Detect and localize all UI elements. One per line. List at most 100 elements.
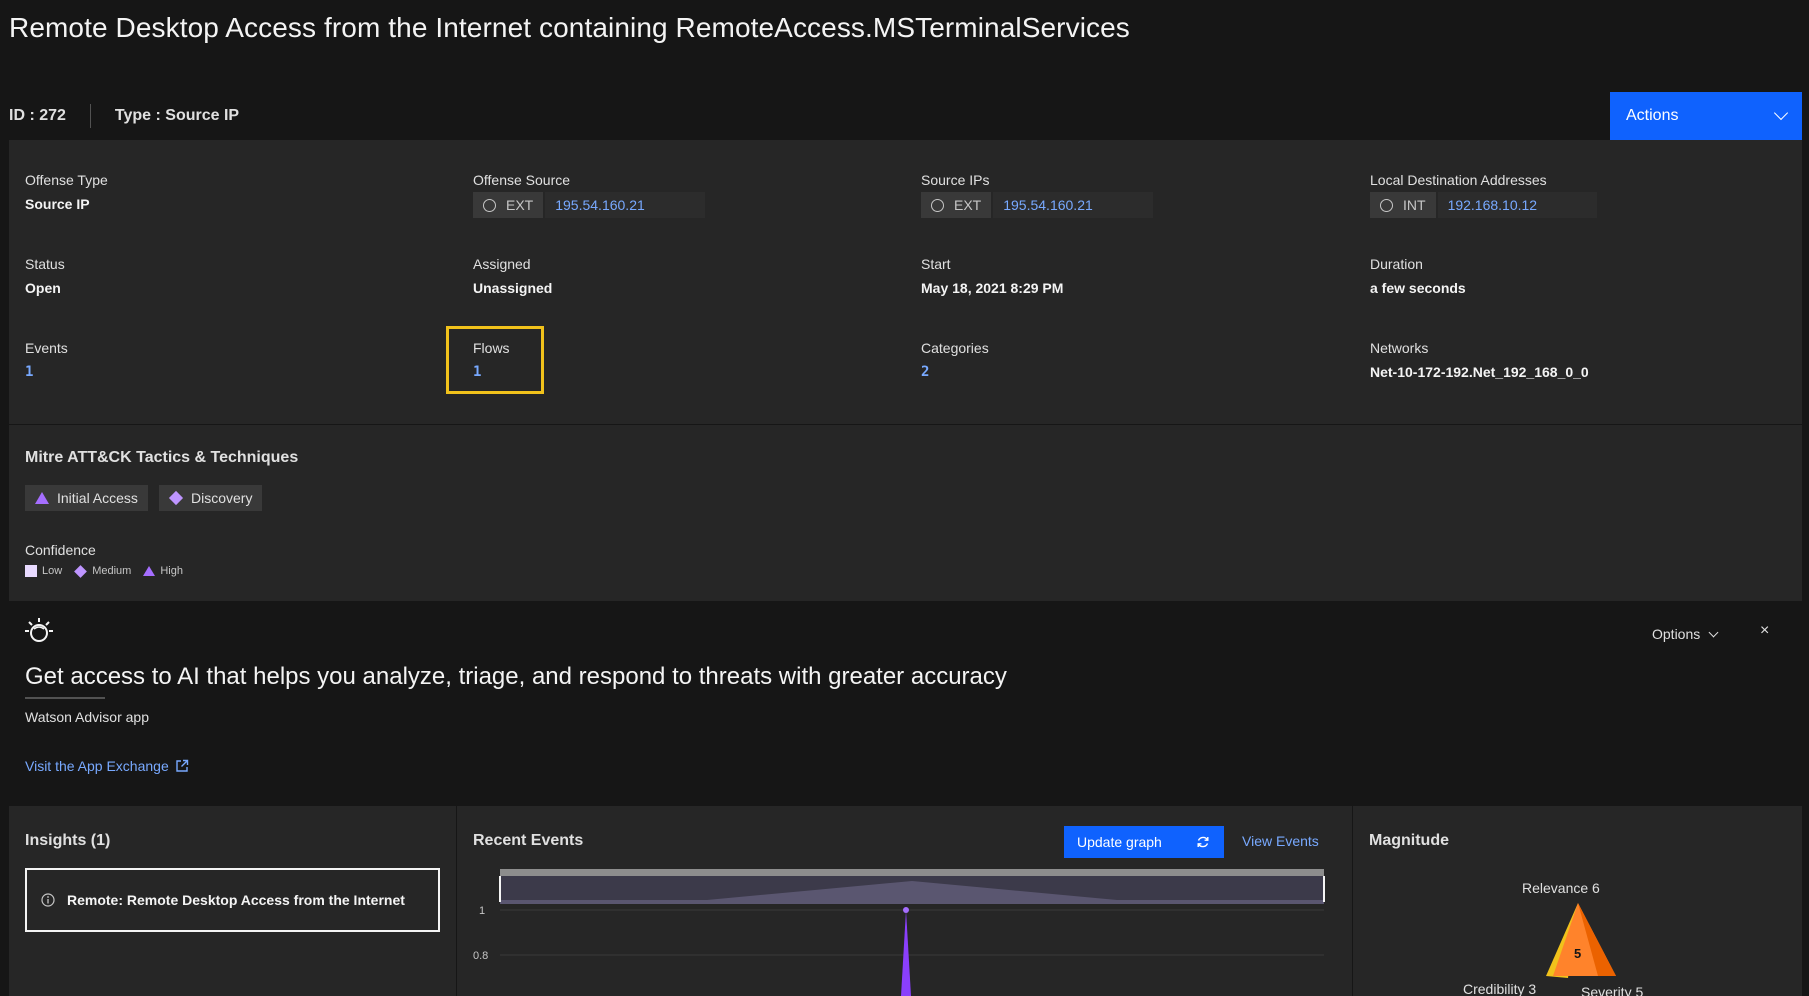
watson-banner: Options × Get access to AI that helps yo… — [9, 601, 1802, 806]
magnitude-heading: Magnitude — [1369, 832, 1449, 849]
tactic-tag-discovery[interactable]: Discovery — [159, 485, 263, 511]
insights-heading: Insights (1) — [25, 832, 111, 849]
categories-field: Categories 2 — [921, 340, 989, 380]
y-tick-label: 1 — [479, 905, 485, 917]
events-chart: 1 0.8 — [473, 869, 1325, 996]
chevron-down-icon — [1773, 105, 1789, 121]
legend-low: Low — [25, 565, 62, 577]
ip-kind-label: EXT — [954, 197, 982, 213]
watson-subtitle: Watson Advisor app — [25, 709, 149, 725]
offense-summary: Offense Type Source IP Offense Source EX… — [9, 140, 1802, 424]
offense-type-field: Offense Type Source IP — [25, 172, 108, 212]
source-ips-field: Source IPs EXT 195.54.160.21 — [921, 172, 1153, 218]
ip-tag[interactable]: EXT 195.54.160.21 — [473, 192, 705, 218]
flows-highlight — [446, 326, 544, 394]
external-link-icon — [176, 759, 188, 772]
assigned-field: Assigned Unassigned — [473, 256, 552, 296]
ip-kind-label: EXT — [506, 197, 534, 213]
magnitude-facet — [1578, 903, 1616, 976]
ip-address[interactable]: 195.54.160.21 — [991, 192, 1153, 218]
ip-tag[interactable]: EXT 195.54.160.21 — [921, 192, 1153, 218]
visit-label: Visit the App Exchange — [25, 758, 169, 774]
offense-type: Type : Source IP — [114, 107, 240, 124]
field-value: Net-10-172-192.Net_192_168_0_0 — [1370, 364, 1589, 380]
field-label: Assigned — [473, 256, 531, 272]
field-label: Start — [921, 256, 951, 272]
magnitude-value: 5 — [1574, 946, 1581, 961]
field-label: Status — [25, 256, 65, 272]
circle-icon — [931, 198, 944, 212]
legend-medium: Medium — [74, 564, 132, 578]
ip-kind: INT — [1370, 192, 1436, 218]
offense-meta: ID : 272 Type : Source IP — [9, 104, 239, 128]
triangle-icon — [143, 566, 156, 576]
tag-label: Discovery — [191, 490, 253, 506]
events-link[interactable]: 1 — [25, 364, 68, 380]
close-button[interactable]: × — [1760, 622, 1769, 640]
magnitude-facet — [1546, 903, 1578, 978]
triangle-icon — [35, 492, 49, 504]
recent-events-panel: Recent Events Update graph View Events 1… — [457, 806, 1352, 996]
categories-link[interactable]: 2 — [921, 364, 989, 380]
chart-scroll-track[interactable] — [500, 869, 1324, 876]
field-value: May 18, 2021 8:29 PM — [921, 280, 1064, 296]
magnitude-panel: Magnitude Relevance 6 Credibility 3 Seve… — [1353, 806, 1802, 996]
legend-high: High — [143, 565, 183, 577]
ip-kind: EXT — [473, 192, 543, 218]
ip-kind: EXT — [921, 192, 991, 218]
field-label: Source IPs — [921, 172, 990, 188]
insights-panel: Insights (1) Remote: Remote Desktop Acce… — [9, 806, 456, 996]
options-label: Options — [1652, 626, 1701, 642]
field-label: Events — [25, 340, 68, 356]
relevance-label: Relevance 6 — [1522, 880, 1600, 896]
square-icon — [25, 565, 37, 577]
diamond-icon — [74, 564, 88, 578]
status-field: Status Open — [25, 256, 65, 296]
credibility-label: Credibility 3 — [1463, 981, 1537, 996]
networks-field: Networks Net-10-172-192.Net_192_168_0_0 — [1370, 340, 1589, 380]
ip-address[interactable]: 192.168.10.12 — [1435, 192, 1598, 218]
y-tick-label: 0.8 — [473, 950, 488, 962]
info-icon — [41, 893, 55, 907]
event-spike — [901, 910, 911, 996]
legend-label: Medium — [92, 565, 132, 577]
field-label: Networks — [1370, 340, 1429, 356]
insight-text: Remote: Remote Desktop Access from the I… — [67, 892, 405, 908]
divider — [89, 104, 91, 128]
visit-app-exchange-link[interactable]: Visit the App Exchange — [25, 758, 189, 774]
options-dropdown[interactable]: Options — [1652, 626, 1719, 642]
circle-icon — [483, 198, 496, 212]
circle-icon — [1380, 198, 1393, 212]
ip-kind-label: INT — [1403, 197, 1426, 213]
confidence-legend: Low Medium High — [25, 564, 183, 578]
mitre-heading: Mitre ATT&CK Tactics & Techniques — [25, 449, 299, 466]
field-value: a few seconds — [1370, 280, 1466, 296]
ip-address[interactable]: 195.54.160.21 — [543, 192, 705, 218]
field-value: Source IP — [25, 196, 90, 212]
watson-icon — [25, 618, 53, 642]
local-destination-field: Local Destination Addresses INT 192.168.… — [1370, 172, 1598, 218]
magnitude-pyramid — [1553, 903, 1616, 976]
insight-card[interactable]: Remote: Remote Desktop Access from the I… — [25, 868, 440, 932]
legend-label: Low — [42, 565, 63, 577]
offense-source-field: Offense Source EXT 195.54.160.21 — [473, 172, 705, 218]
events-field: Events 1 — [25, 340, 68, 380]
event-point[interactable] — [903, 907, 909, 913]
duration-field: Duration a few seconds — [1370, 256, 1466, 296]
divider — [25, 697, 105, 699]
field-label: Offense Type — [25, 172, 108, 188]
start-field: Start May 18, 2021 8:29 PM — [921, 256, 1063, 296]
chevron-down-icon — [1708, 627, 1719, 637]
tag-label: Initial Access — [57, 490, 138, 506]
severity-label: Severity 5 — [1581, 984, 1644, 996]
actions-label: Actions — [1626, 107, 1679, 124]
field-label: Duration — [1370, 256, 1423, 272]
actions-button[interactable]: Actions — [1610, 92, 1802, 140]
field-value: Open — [25, 280, 61, 296]
tactic-tag-initial-access[interactable]: Initial Access — [25, 485, 148, 511]
field-value: Unassigned — [473, 280, 553, 296]
field-label: Offense Source — [473, 172, 571, 188]
ip-tag[interactable]: INT 192.168.10.12 — [1370, 192, 1598, 218]
watson-headline: Get access to AI that helps you analyze,… — [25, 663, 1007, 690]
legend-label: High — [160, 565, 183, 577]
